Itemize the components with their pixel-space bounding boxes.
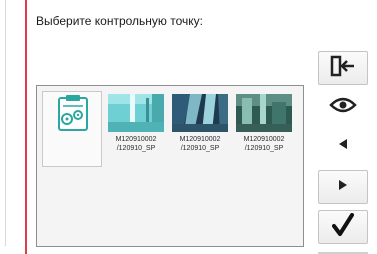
exit-button[interactable] <box>318 51 368 85</box>
checkpoint-item[interactable]: M120910002 /120910_SP <box>234 91 294 167</box>
checkpoint-list[interactable]: M120910002 /120910_SP M120910002 /120910… <box>36 85 304 247</box>
left-border <box>5 0 6 246</box>
confirm-button[interactable] <box>318 210 368 244</box>
checkmark-icon <box>332 212 354 242</box>
camera-snapshot-2 <box>172 94 228 132</box>
prompt-text: Выберите контрольную точку: <box>36 14 204 28</box>
view-button[interactable] <box>318 90 368 124</box>
triangle-left-icon <box>338 137 348 155</box>
eye-icon <box>329 97 357 118</box>
settings-document-icon <box>45 95 101 133</box>
checkpoint-caption: M120910002 /120910_SP <box>179 136 221 152</box>
camera-snapshot-3 <box>236 94 292 132</box>
checkpoint-item-settings[interactable] <box>42 91 102 167</box>
checkpoint-caption: M120910002 /120910_SP <box>115 136 157 152</box>
exit-icon <box>330 55 356 82</box>
next-button[interactable] <box>318 170 368 204</box>
triangle-right-icon <box>338 178 348 196</box>
checkpoint-item[interactable]: M120910002 /120910_SP <box>170 91 230 167</box>
checkpoint-caption: M120910002 /120910_SP <box>243 136 285 152</box>
previous-button[interactable] <box>318 129 368 163</box>
checkpoint-item[interactable]: M120910002 /120910_SP <box>106 91 166 167</box>
camera-snapshot-1 <box>108 94 164 132</box>
